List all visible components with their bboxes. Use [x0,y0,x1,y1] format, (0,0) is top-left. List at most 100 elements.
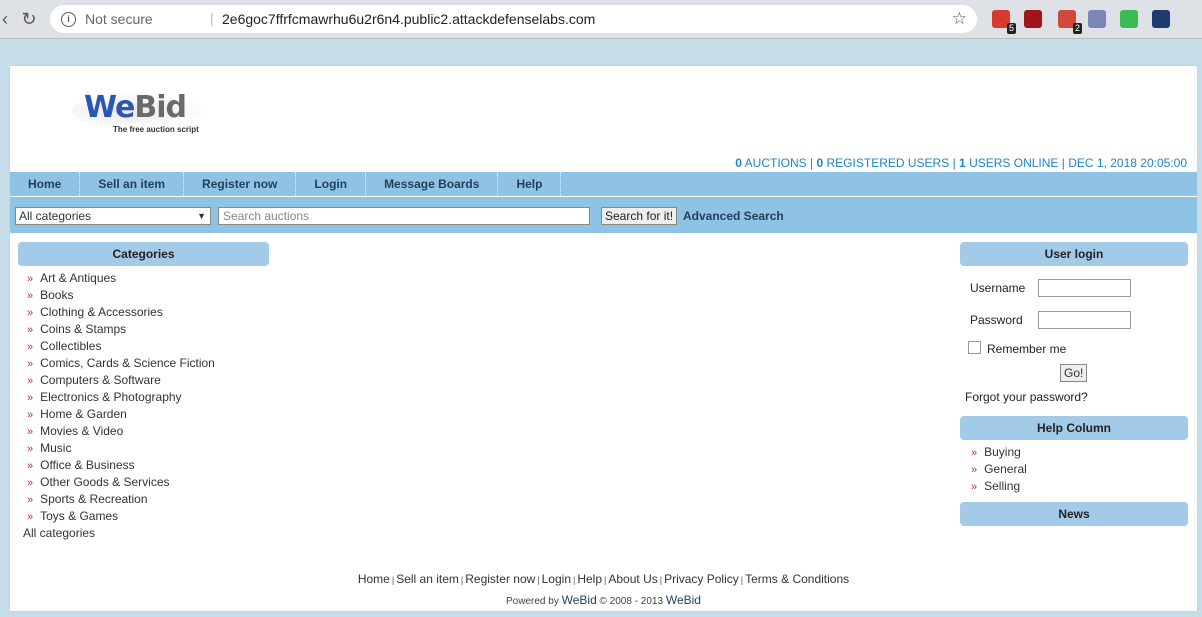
category-item[interactable]: » Books [27,287,215,304]
search-button[interactable]: Search for it! [601,207,678,225]
remember-me-checkbox[interactable] [968,341,981,354]
category-item[interactable]: » Clothing & Accessories [27,304,215,321]
footer-sep: | [537,575,540,585]
chevron-right-icon: » [27,443,34,455]
category-link[interactable]: Office & Business [40,458,135,472]
password-field[interactable] [1038,311,1131,329]
globe-icon[interactable] [1152,10,1170,28]
footer-register[interactable]: Register now [465,572,535,586]
ublock-icon[interactable] [1024,10,1042,28]
category-select[interactable]: All categories ▼ [15,207,211,225]
help-link-general[interactable]: General [984,462,1027,476]
category-link[interactable]: Music [40,441,71,455]
category-link[interactable]: Toys & Games [40,509,118,523]
todoist-icon[interactable]: 5 [992,10,1016,34]
footer-sep: | [604,575,607,585]
main-nav: Home Sell an item Register now Login Mes… [10,171,1197,196]
powered-brand-link[interactable]: WeBid [562,593,597,607]
category-link[interactable]: Other Goods & Services [40,475,169,489]
category-item[interactable]: » Other Goods & Services [27,474,215,491]
footer-sep: | [740,575,744,585]
category-item[interactable]: » Collectibles [27,338,215,355]
webid-logo[interactable]: WeBid The free auction script [72,86,222,136]
footer-home[interactable]: Home [358,572,390,586]
nav-login[interactable]: Login [296,172,367,196]
category-item[interactable]: » Electronics & Photography [27,389,215,406]
nav-register[interactable]: Register now [184,172,297,196]
stats-sep-2: | [952,156,956,170]
category-link[interactable]: Computers & Software [40,373,161,387]
help-item[interactable]: » General [971,461,1027,478]
js-toggle-icon[interactable] [1120,10,1138,28]
info-icon[interactable]: i [61,12,76,27]
footer-links: Home | Sell an item | Register now | Login | Hel… [10,572,1197,586]
all-categories-link[interactable]: All categories [23,526,95,540]
help-column-header: Help Column [960,416,1188,440]
username-field[interactable] [1038,279,1131,297]
footer-terms[interactable]: Terms & Conditions [745,572,849,586]
powered-prefix: Powered by [506,596,559,607]
help-item[interactable]: » Selling [971,478,1027,495]
reload-icon[interactable]: ↻ [18,8,40,30]
help-item[interactable]: » Buying [971,444,1027,461]
url-text[interactable]: 2e6goc7ffrfcmawrhu6u2r6n4.public2.attack… [222,11,595,27]
chevron-right-icon: » [27,409,34,421]
category-link[interactable]: Art & Antiques [40,271,116,285]
chevron-right-icon: » [971,447,978,459]
category-link[interactable]: Electronics & Photography [40,390,181,404]
hackbar-icon[interactable]: 2 [1058,10,1082,34]
category-link[interactable]: Collectibles [40,339,101,353]
category-link[interactable]: Movies & Video [40,424,123,438]
address-bar[interactable]: i Not secure | 2e6goc7ffrfcmawrhu6u2r6n4… [50,5,977,33]
footer-help[interactable]: Help [577,572,602,586]
chevron-right-icon: » [27,324,34,336]
category-item[interactable]: » Coins & Stamps [27,321,215,338]
category-link[interactable]: Clothing & Accessories [40,305,163,319]
chevron-right-icon: » [27,273,34,285]
php-icon[interactable] [1088,10,1106,28]
category-link[interactable]: Home & Garden [40,407,127,421]
category-link[interactable]: Coins & Stamps [40,322,126,336]
category-item[interactable]: » Art & Antiques [27,270,215,287]
category-item[interactable]: » Home & Garden [27,406,215,423]
footer-privacy[interactable]: Privacy Policy [664,572,739,586]
auctions-label: AUCTIONS [744,156,807,170]
category-link[interactable]: Comics, Cards & Science Fiction [40,356,215,370]
category-link[interactable]: Sports & Recreation [40,492,147,506]
nav-sell-item[interactable]: Sell an item [80,172,185,196]
nav-home[interactable]: Home [10,172,81,196]
forgot-password-link[interactable]: Forgot your password? [965,390,1088,404]
news-header: News [960,502,1188,526]
footer-sell[interactable]: Sell an item [396,572,459,586]
registered-count: 0 [816,156,824,170]
category-item[interactable]: » Movies & Video [27,423,215,440]
help-link-buying[interactable]: Buying [984,445,1021,459]
category-item[interactable]: » Sports & Recreation [27,491,215,508]
nav-message-boards[interactable]: Message Boards [366,172,499,196]
footer-login[interactable]: Login [542,572,571,586]
login-go-button[interactable]: Go! [1060,364,1088,382]
chevron-right-icon: » [27,307,34,319]
logo-tagline: The free auction script [113,125,199,134]
chevron-right-icon: » [27,511,34,523]
logo-bid: Bid [134,90,187,125]
browser-toolbar: ‹ ↻ i Not secure | 2e6goc7ffrfcmawrhu6u2… [0,0,1202,39]
stats-sep-3: | [1061,156,1065,170]
footer-sep: | [391,575,395,585]
category-item[interactable]: » Comics, Cards & Science Fiction [27,355,215,372]
category-item[interactable]: » Office & Business [27,457,215,474]
search-input[interactable] [218,207,590,225]
remember-me-label[interactable]: Remember me [987,342,1066,356]
help-link-selling[interactable]: Selling [984,479,1020,493]
nav-help[interactable]: Help [498,172,562,196]
footer-about[interactable]: About Us [608,572,657,586]
category-item[interactable]: » Toys & Games [27,508,215,525]
copyright-brand-link[interactable]: WeBid [666,593,701,607]
advanced-search-link[interactable]: Advanced Search [683,209,784,223]
footer-sep: | [573,575,576,585]
category-link[interactable]: Books [40,288,73,302]
bookmark-star-icon[interactable]: ☆ [952,9,967,29]
category-item[interactable]: » Music [27,440,215,457]
category-item[interactable]: » Computers & Software [27,372,215,389]
back-icon[interactable]: ‹ [0,8,16,30]
